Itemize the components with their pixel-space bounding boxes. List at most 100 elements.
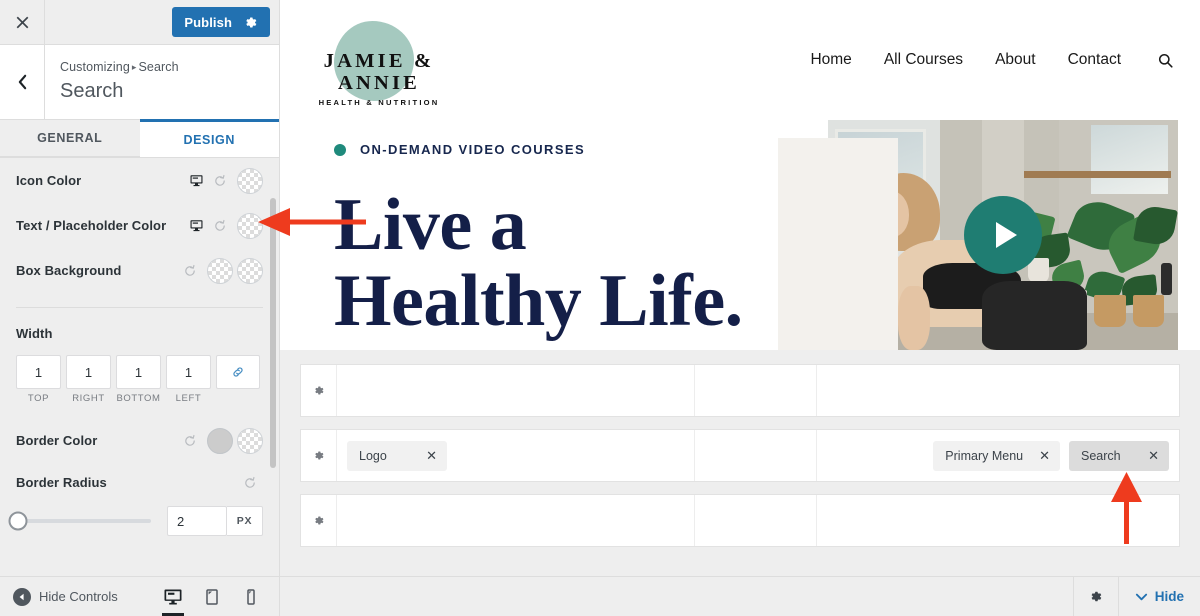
collapse-left-icon [13,587,31,606]
builder-item-logo[interactable]: Logo ✕ [347,440,447,471]
color-swatch-box-background-2[interactable] [237,257,263,284]
width-section-title: Width [16,326,53,341]
close-icon[interactable]: ✕ [1039,449,1050,462]
chevron-left-icon[interactable] [0,45,45,119]
play-icon[interactable] [964,196,1042,274]
logo-name: JAMIE & ANNIE [323,50,435,94]
reset-icon[interactable] [237,476,263,490]
width-left-caption: LEFT [175,393,202,404]
color-swatch-border-color-2[interactable] [237,427,263,454]
builder-col-left[interactable] [337,365,695,416]
close-icon[interactable] [0,0,45,44]
builder-row-bottom [300,494,1180,547]
color-swatch-text-placeholder-color[interactable] [237,212,263,239]
hero-headline-line2: Healthy Life. [334,260,743,342]
builder-col-right[interactable] [817,365,1179,416]
breadcrumb: Customizing ▸ Search [60,58,179,76]
hide-builder-button[interactable]: Hide [1119,589,1200,604]
border-radius-input[interactable]: 2 [167,506,227,536]
builder-item-label: Search [1081,448,1121,463]
builder-row-top [300,364,1180,417]
nav-item-about[interactable]: About [995,51,1036,69]
breadcrumb-separator-icon: ▸ [131,62,137,72]
width-left-input[interactable]: 1 [166,355,211,389]
desktop-icon[interactable] [159,577,187,616]
site-logo[interactable]: JAMIE & ANNIE HEALTH & NUTRITION [294,12,464,108]
sidebar-scrollbar[interactable] [270,198,276,468]
border-radius-slider[interactable] [8,511,151,531]
hide-builder-label: Hide [1154,589,1184,604]
logo-text: JAMIE & ANNIE HEALTH & NUTRITION [294,50,464,107]
gear-icon[interactable] [1072,577,1119,616]
customizer-panel-header: Customizing ▸ Search Search [0,45,279,120]
border-radius-slider-row: 2 PX [8,506,263,536]
nav-item-contact[interactable]: Contact [1068,51,1121,69]
tablet-icon[interactable] [198,577,226,616]
mobile-icon[interactable] [237,577,265,616]
hero-section: ON-DEMAND VIDEO COURSES Live a Healthy L… [280,120,1200,350]
builder-item-primary-menu[interactable]: Primary Menu ✕ [933,440,1060,471]
border-radius-label: Border Radius [16,475,107,490]
width-bottom-input[interactable]: 1 [116,355,161,389]
gear-icon[interactable] [243,15,258,30]
reset-icon[interactable] [177,434,203,448]
panel-tabs: GENERAL DESIGN [0,119,279,158]
hide-controls-button[interactable]: Hide Controls [0,587,159,606]
hero-headline-line1: Live a [334,184,527,266]
publish-button[interactable]: Publish [172,7,270,37]
width-inputs-group: 1 TOP 1 RIGHT 1 BOTTOM 1 LEFT [16,355,263,404]
tab-general[interactable]: GENERAL [0,120,140,157]
desktop-icon[interactable] [185,218,207,233]
color-swatch-box-background-1[interactable] [207,257,233,284]
nav-item-home[interactable]: Home [810,51,851,69]
gear-icon[interactable] [301,365,337,416]
builder-col-left[interactable]: Logo ✕ [337,430,695,481]
publish-label: Publish [184,14,232,30]
border-radius-section: Border Radius [16,475,263,490]
control-label: Box Background [16,263,122,278]
chevron-down-icon [1135,593,1147,601]
builder-col-center[interactable] [695,495,817,546]
width-left: 1 LEFT [166,355,211,404]
search-icon[interactable] [1157,52,1174,69]
width-top-input[interactable]: 1 [16,355,61,389]
builder-col-center[interactable] [695,430,817,481]
close-icon[interactable]: ✕ [426,449,437,462]
width-right-caption: RIGHT [72,393,105,404]
gear-icon[interactable] [301,495,337,546]
link-icon[interactable] [216,355,260,389]
page-title: Search [60,80,124,102]
builder-col-left[interactable] [337,495,695,546]
builder-item-label: Logo [359,448,387,463]
width-right: 1 RIGHT [66,355,111,404]
close-icon[interactable]: ✕ [1148,449,1159,462]
width-top-caption: TOP [27,393,50,404]
section-divider [16,307,263,308]
control-icon-color: Icon Color [16,158,263,203]
breadcrumb-current: Search [138,60,179,74]
builder-col-center[interactable] [695,365,817,416]
builder-item-label: Primary Menu [945,448,1024,463]
control-label: Icon Color [16,173,82,188]
builder-col-right[interactable] [817,495,1179,546]
color-swatch-icon-color[interactable] [237,167,263,194]
color-swatch-border-color-1[interactable] [207,427,233,454]
gear-icon[interactable] [301,430,337,481]
nav-item-all-courses[interactable]: All Courses [884,51,963,69]
border-radius-unit[interactable]: PX [227,506,263,536]
slider-handle[interactable] [8,511,28,531]
hide-controls-label: Hide Controls [39,589,118,604]
builder-col-right[interactable]: Primary Menu ✕ Search ✕ [817,430,1179,481]
control-border-color: Border Color [16,418,263,463]
control-label: Border Color [16,433,98,448]
reset-icon[interactable] [177,264,203,278]
reset-icon[interactable] [207,219,233,233]
breadcrumb-prefix[interactable]: Customizing [60,60,130,74]
tab-design[interactable]: DESIGN [139,119,279,157]
desktop-icon[interactable] [185,173,207,188]
customizer-topbar: Publish [0,0,279,45]
width-right-input[interactable]: 1 [66,355,111,389]
reset-icon[interactable] [207,174,233,188]
builder-item-search[interactable]: Search ✕ [1069,440,1169,471]
primary-menu: Home All Courses About Contact [810,51,1174,69]
